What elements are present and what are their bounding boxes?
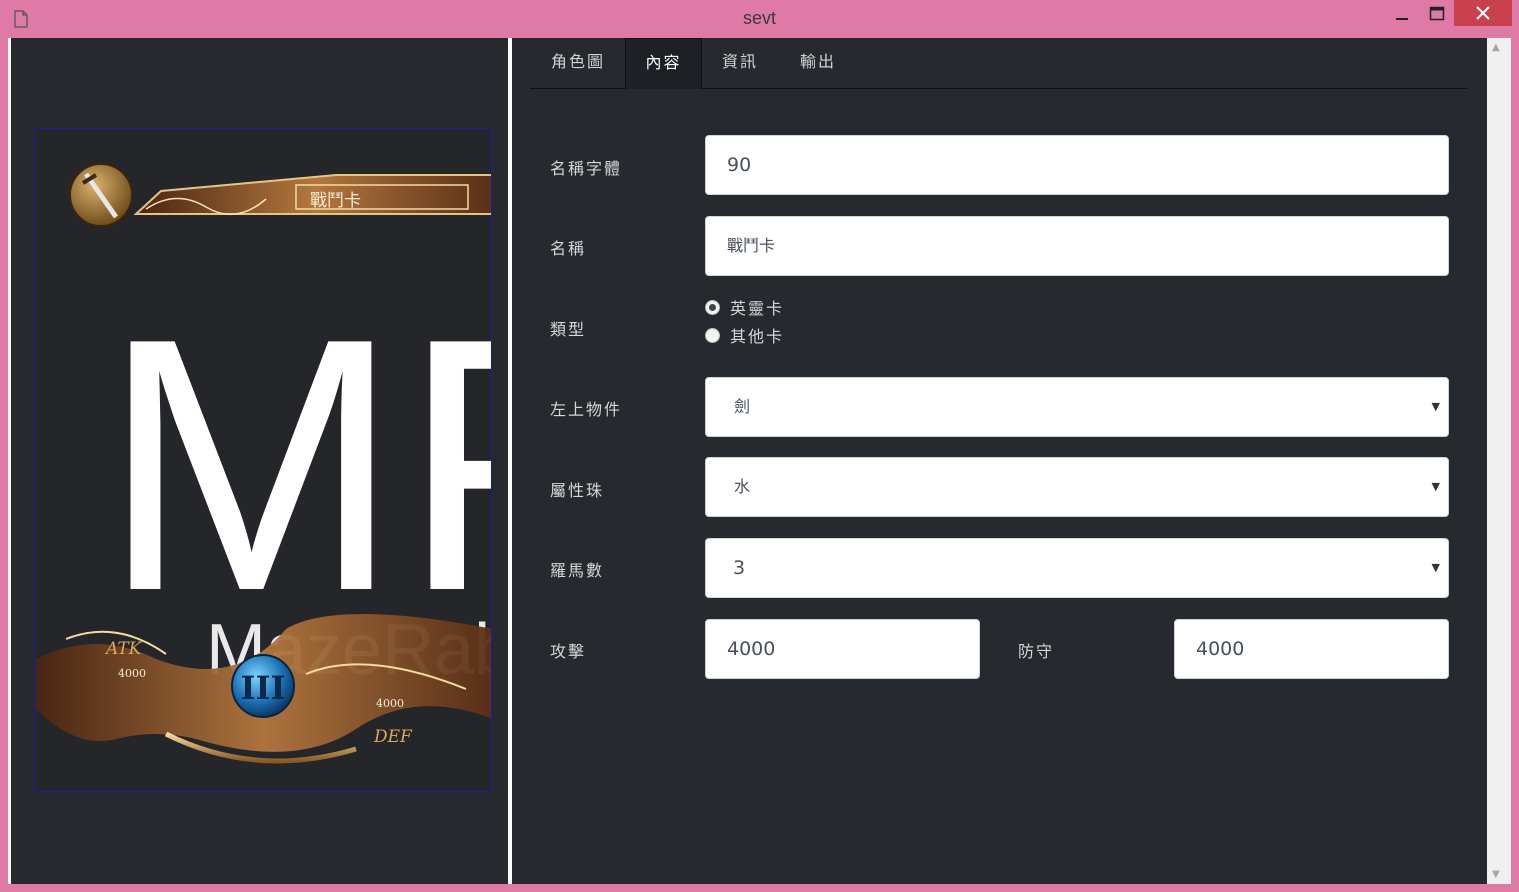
- scroll-down-icon[interactable]: ▼: [1492, 869, 1500, 880]
- roman-number-select[interactable]: 3 ▼: [705, 538, 1449, 598]
- attribute-orb-value: 水: [734, 477, 751, 496]
- def-value: 4000: [376, 697, 404, 710]
- tab-info[interactable]: 資訊: [702, 38, 778, 89]
- minimize-button[interactable]: [1386, 0, 1420, 28]
- defense-input[interactable]: 4000: [1174, 619, 1449, 679]
- atk-label: ATK: [104, 639, 143, 659]
- attack-input[interactable]: 4000: [705, 619, 980, 679]
- chevron-down-icon: ▼: [1431, 480, 1440, 493]
- watermark-big: MF: [101, 264, 492, 666]
- attack-label: 攻擊: [550, 642, 587, 661]
- card-title: 戰鬥卡: [310, 191, 361, 211]
- roman-number-value: 3: [733, 557, 746, 579]
- top-left-item-select[interactable]: 劍 ▼: [705, 377, 1449, 437]
- name-input[interactable]: 戰鬥卡: [705, 216, 1449, 276]
- attribute-orb-label: 屬性珠: [550, 481, 605, 500]
- chevron-down-icon: ▼: [1431, 561, 1440, 574]
- close-icon: [1476, 6, 1490, 20]
- type-label: 類型: [550, 320, 587, 339]
- name-font-input[interactable]: 90: [705, 135, 1449, 195]
- tab-character-image[interactable]: 角色圖: [540, 38, 616, 89]
- close-button[interactable]: [1454, 0, 1512, 26]
- roman-number-label: 羅馬數: [550, 561, 605, 580]
- radio-other-card[interactable]: [705, 328, 720, 343]
- preview-pane: MF MazeRab 戰鬥卡 ATK: [8, 38, 508, 884]
- radio-hero-label: 英靈卡: [730, 299, 785, 318]
- app-window: sevt M 戰鬥卡 ATK 4000 4000 DEF III 角色圖 內容 …: [0, 0, 1519, 892]
- vertical-scrollbar[interactable]: ▲ ▼: [1487, 38, 1511, 884]
- name-font-label: 名稱字體: [550, 159, 623, 178]
- main-content: MF MazeRab 戰鬥卡 ATK: [8, 38, 1511, 884]
- tab-bar: 角色圖 內容 資訊 輸出: [530, 38, 1467, 89]
- attribute-orb-select[interactable]: 水 ▼: [705, 457, 1449, 517]
- chevron-down-icon: ▼: [1431, 400, 1440, 413]
- maximize-button[interactable]: [1420, 0, 1454, 28]
- top-left-item-value: 劍: [734, 397, 751, 416]
- top-left-item-label: 左上物件: [550, 400, 623, 419]
- card-preview: MF MazeRab 戰鬥卡 ATK: [35, 128, 492, 792]
- type-option-hero[interactable]: 英靈卡: [705, 298, 784, 320]
- scroll-up-icon[interactable]: ▲: [1492, 42, 1500, 53]
- radio-hero-card[interactable]: [705, 300, 720, 315]
- maximize-icon: [1429, 6, 1445, 21]
- defense-label: 防守: [1018, 642, 1055, 661]
- minimize-icon: [1396, 18, 1408, 20]
- radio-other-label: 其他卡: [730, 327, 785, 346]
- roman-numeral: III: [241, 669, 286, 707]
- window-title: sevt: [742, 8, 776, 28]
- name-label: 名稱: [550, 239, 587, 258]
- settings-pane: 角色圖 內容 資訊 輸出 名稱字體 90 名稱 戰鬥卡 類型 英靈卡 其他卡 左…: [512, 38, 1487, 884]
- type-option-other[interactable]: 其他卡: [705, 326, 784, 348]
- atk-value: 4000: [118, 667, 146, 680]
- tab-content[interactable]: 內容: [625, 38, 702, 89]
- tab-export[interactable]: 輸出: [780, 38, 856, 89]
- def-label: DEF: [373, 727, 413, 747]
- card-artwork: MF MazeRab 戰鬥卡 ATK: [36, 163, 492, 764]
- title-bar: sevt: [0, 0, 1519, 38]
